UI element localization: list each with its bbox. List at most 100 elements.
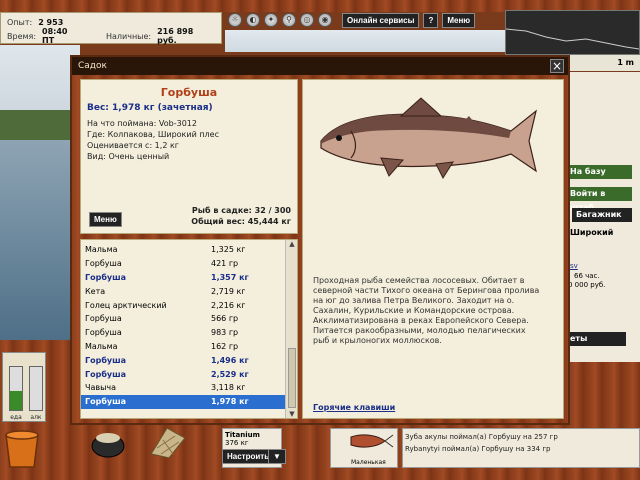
water: [0, 140, 80, 340]
price-text: 0 000 руб.: [568, 281, 606, 289]
fish-list-name: Горбуша: [85, 369, 127, 379]
keep-count: Рыб в садке: 32 / 300: [191, 206, 291, 215]
fish-list-row[interactable]: Кета 2,719 кг: [81, 284, 297, 298]
fish-weight: Вес: 1,978 кг (зачетная): [87, 103, 213, 113]
cut-button[interactable]: еты: [566, 332, 626, 346]
fish-list-name: Мальма: [85, 245, 118, 255]
fish-list-row[interactable]: Горбуша 1,496 кг: [81, 353, 297, 367]
food-gauge: [9, 366, 23, 411]
lure-panel[interactable]: Маленькая: [330, 428, 398, 468]
bucket-icon[interactable]: [2, 425, 42, 470]
rod-name: Titanium: [225, 431, 260, 439]
fish-list-weight: 983 гр: [211, 328, 239, 338]
log-line: Rybanytyi поймал(а) Горбушу на 334 гр: [405, 445, 551, 453]
hours-text: 66 час.: [574, 272, 600, 280]
net-icon[interactable]: ◎: [300, 13, 314, 27]
fish-info-panel: Горбуша Вес: 1,978 кг (зачетная) На что …: [80, 79, 298, 234]
location-link[interactable]: sv: [570, 262, 578, 270]
keepnet-summary: Рыб в садке: 32 / 300 Общий вес: 45,444 …: [191, 205, 291, 227]
fish-list-row[interactable]: Чавыча 3,118 кг: [81, 381, 297, 395]
net-bag-icon[interactable]: [145, 424, 189, 460]
fish-list-name: Горбуша: [85, 259, 122, 269]
menu-button[interactable]: Меню: [442, 12, 476, 28]
fish-list-row[interactable]: Мальма 162 гр: [81, 340, 297, 354]
bait-pot-icon[interactable]: [90, 428, 126, 458]
experience-label: Опыт:: [7, 17, 33, 27]
depth-readout: 1 m: [570, 55, 640, 71]
bait-icon[interactable]: ◐: [246, 13, 260, 27]
fish-list-name: Мальма: [85, 341, 118, 351]
fish-menu-button[interactable]: Меню: [89, 212, 122, 227]
dialog-title: Садок: [78, 61, 107, 71]
fish-list-row[interactable]: Горбуша 421 гр: [81, 257, 297, 271]
dialog-title-bar: Садок ×: [72, 57, 568, 75]
scrollbar[interactable]: ▲ ▼: [285, 240, 297, 418]
top-sky: [225, 30, 505, 52]
fish-list-name: Чавыча: [85, 383, 117, 393]
map-icon[interactable]: ◉: [318, 13, 332, 27]
rod-weight: 376 кг: [225, 439, 249, 447]
money-label: Наличные:: [105, 31, 152, 41]
food-gauge-fill: [10, 390, 22, 410]
help-button[interactable]: ?: [423, 12, 439, 28]
time-value: 08:40 ПТ: [42, 27, 68, 45]
fish-list-name: Голец арктический: [85, 300, 167, 310]
log-line: Зуба акулы поймал(а) Горбушу на 257 гр: [405, 433, 558, 441]
fish-list-row[interactable]: Мальма 1,325 кг: [81, 243, 297, 257]
money-value: 216 898 руб.: [157, 27, 194, 45]
fish-description: Проходная рыба семейства лососевых. Обит…: [313, 276, 540, 345]
player-stats: Опыт: 2 953 Время: 08:40 ПТ Наличные: 21…: [0, 12, 222, 45]
fish-list-weight: 2,216 кг: [211, 300, 246, 310]
fish-picture-panel: Проходная рыба семейства лососевых. Обит…: [302, 79, 564, 419]
lure-label: Маленькая: [351, 459, 386, 466]
fish-list-weight: 1,496 кг: [211, 355, 249, 365]
fish-list-weight: 2,719 кг: [211, 286, 246, 296]
keepnet-dialog: Садок × Горбуша Вес: 1,978 кг (зачетная)…: [70, 55, 570, 425]
fish-list-row[interactable]: Горбуша 1,978 кг: [81, 394, 297, 409]
fish-list-name: Кета: [85, 286, 106, 296]
chevron-down-icon[interactable]: ▼: [268, 449, 286, 464]
fish-kind: Вид: Очень ценный: [87, 152, 170, 161]
compass-icon[interactable]: ✦: [264, 13, 278, 27]
close-icon[interactable]: ×: [550, 59, 564, 73]
scroll-up-icon[interactable]: ▲: [286, 240, 297, 250]
pink-salmon-picture: [320, 97, 537, 180]
scroll-thumb[interactable]: [288, 348, 296, 408]
depth-map[interactable]: [505, 10, 640, 55]
fish-list-name: Горбуша: [85, 328, 122, 338]
experience-value: 2 953: [38, 17, 64, 27]
fish-list-weight: 3,118 кг: [211, 383, 246, 393]
fish-list-row[interactable]: Горбуша 566 гр: [81, 312, 297, 326]
to-base-button[interactable]: На базу: [566, 165, 632, 179]
status-gauges: еда алк: [2, 352, 46, 422]
hotkeys-link[interactable]: Горячие клавиши: [313, 403, 395, 412]
catch-location: Где: Колпакова, Широкий плес: [87, 130, 219, 139]
valued-from: Оценивается с: 1,2 кг: [87, 141, 179, 150]
fish-list-weight: 1,357 кг: [211, 272, 249, 282]
alcohol-gauge: [29, 366, 43, 411]
depth-profile-graph: [505, 28, 640, 50]
lure-icon: [350, 434, 394, 448]
time-label: Время:: [7, 31, 37, 41]
hook-icon[interactable]: ⚲: [282, 13, 296, 27]
fish-list-weight: 1,325 кг: [211, 245, 246, 255]
fish-list-name: Горбуша: [85, 272, 127, 282]
fish-list-row[interactable]: Горбуша 2,529 кг: [81, 367, 297, 381]
fish-list-weight: 2,529 кг: [211, 369, 249, 379]
to-hq-button[interactable]: Войти в штаб: [566, 187, 632, 212]
rod-setup-button[interactable]: Настроить: [222, 449, 275, 464]
fish-list-name: Горбуша: [85, 355, 127, 365]
weather-icon[interactable]: ☼: [228, 13, 242, 27]
trunk-button[interactable]: Багажник: [572, 208, 632, 222]
fish-list-row[interactable]: Голец арктический 2,216 кг: [81, 298, 297, 312]
location-name: Широкий: [570, 228, 614, 237]
fish-list-row[interactable]: Горбуша 983 гр: [81, 326, 297, 340]
tree-line: [0, 110, 80, 140]
fish-list-row[interactable]: Горбуша 1,357 кг: [81, 271, 297, 285]
fish-list-weight: 566 гр: [211, 314, 239, 324]
food-label: еда: [10, 414, 22, 421]
fish-list-rows: Мальма 1,325 кг Горбуша 421 гр Горбуша 1,357 …: [81, 240, 297, 409]
online-services-button[interactable]: Онлайн сервисы: [342, 12, 420, 28]
scroll-down-icon[interactable]: ▼: [286, 410, 297, 418]
fish-list-weight: 162 гр: [211, 341, 239, 351]
